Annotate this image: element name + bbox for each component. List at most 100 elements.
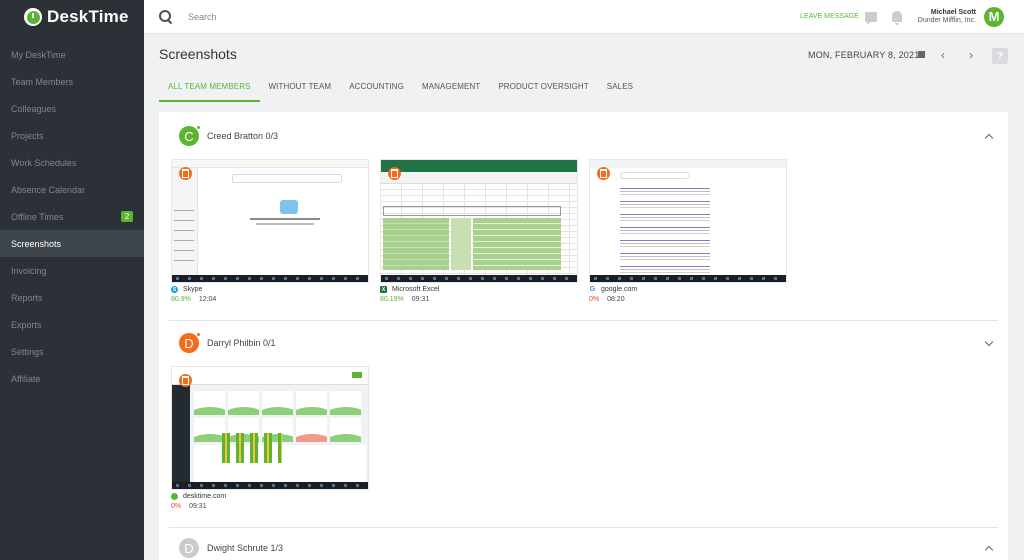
sidebar-item-screenshots[interactable]: Screenshots (0, 230, 144, 257)
sidebar: DeskTime My DeskTime Team Members Collea… (0, 0, 144, 560)
sidebar-item-label: Screenshots (11, 238, 62, 249)
member-count: 0/1 (263, 338, 276, 348)
member-header[interactable]: D Dwight Schrute 1/3 (169, 538, 998, 558)
sidebar-item-colleagues[interactable]: Colleagues (0, 95, 144, 122)
delete-screenshot-icon[interactable] (388, 167, 401, 180)
sidebar-item-projects[interactable]: Projects (0, 122, 144, 149)
desktime-logo[interactable]: DeskTime (0, 0, 144, 34)
user-avatar[interactable]: M (984, 6, 1004, 27)
previous-day-button[interactable]: ‹ (941, 48, 945, 62)
member-name: Darryl Philbin 0/1 (207, 338, 276, 348)
search-input[interactable] (188, 11, 588, 22)
tab-accounting[interactable]: ACCOUNTING (340, 82, 413, 102)
delete-screenshot-icon[interactable] (179, 167, 192, 180)
productivity-percent: 80.19% (380, 296, 404, 303)
member-section-dwight-schrute: D Dwight Schrute 1/3 (169, 538, 998, 558)
screenshots-panel: C Creed Bratton 0/3 S Skype 80.9% 12:04 (159, 112, 1008, 560)
status-dot (196, 125, 201, 130)
sidebar-item-label: Exports (11, 319, 42, 330)
screenshot-app-name: desktime.com (183, 493, 227, 500)
help-button[interactable]: ? (992, 48, 1008, 64)
date-display[interactable]: MON, FEBRUARY 8, 2021 (808, 50, 919, 60)
desktime-logo-icon (24, 8, 42, 26)
sidebar-item-label: Invoicing (11, 265, 47, 276)
screenshot-meta: 0% 08:20 (589, 296, 787, 303)
sidebar-item-label: Settings (11, 346, 44, 357)
member-section-creed-bratton: C Creed Bratton 0/3 (169, 125, 998, 146)
collapse-chevron-icon[interactable] (984, 133, 994, 142)
sidebar-item-affiliate[interactable]: Affiliate (0, 365, 144, 392)
productivity-percent: 80.9% (171, 296, 191, 303)
notification-bell-icon[interactable] (891, 11, 902, 25)
user-name: Michael Scott (930, 9, 976, 16)
screenshot-app-name: Microsoft Excel (392, 286, 440, 293)
member-name-text: Darryl Philbin (207, 338, 261, 348)
tab-sales[interactable]: SALES (598, 82, 642, 102)
screenshot-app-name: google.com (601, 286, 638, 293)
sidebar-item-label: Team Members (11, 76, 74, 87)
section-divider (169, 527, 998, 528)
search-icon[interactable] (159, 9, 173, 24)
topbar: LEAVE MESSAGE Michael Scott Dunder Miffl… (144, 0, 1024, 34)
member-name-text: Dwight Schrute (207, 543, 269, 553)
collapse-chevron-icon[interactable] (984, 545, 994, 554)
member-count: 0/3 (265, 131, 279, 141)
team-tabs: ALL TEAM MEMBERS WITHOUT TEAM ACCOUNTING… (159, 82, 642, 102)
user-info[interactable]: Michael Scott Dunder Mifflin, Inc. (918, 9, 976, 24)
productivity-percent: 0% (589, 296, 600, 303)
message-icon[interactable] (864, 11, 877, 25)
sidebar-item-absence-calendar[interactable]: Absence Calendar (0, 176, 144, 203)
sidebar-item-reports[interactable]: Reports (0, 284, 144, 311)
screenshot-meta: 80.9% 12:04 (171, 296, 369, 303)
tab-management[interactable]: MANAGEMENT (413, 82, 489, 102)
member-section-darryl-philbin: D Darryl Philbin 0/1 (169, 332, 998, 353)
calendar-icon[interactable] (918, 51, 925, 58)
sidebar-nav: My DeskTime Team Members Colleagues Proj… (0, 41, 144, 392)
delete-screenshot-icon[interactable] (179, 374, 192, 387)
user-company: Dunder Mifflin, Inc. (917, 17, 976, 24)
section-divider (169, 320, 998, 321)
screenshot-image[interactable] (171, 159, 369, 283)
tab-all-team-members[interactable]: ALL TEAM MEMBERS (159, 82, 260, 102)
sidebar-item-offline-times[interactable]: Offline Times 2 (0, 203, 144, 230)
screenshot-app: S Skype (171, 286, 369, 293)
tab-without-team[interactable]: WITHOUT TEAM (260, 82, 341, 102)
sidebar-item-label: Offline Times (11, 211, 64, 222)
member-initial: C (184, 128, 194, 144)
sidebar-item-team-members[interactable]: Team Members (0, 68, 144, 95)
screenshot-meta: 80.19% 09:31 (380, 296, 578, 303)
screenshot-image[interactable] (171, 366, 369, 490)
screenshot-card: X Microsoft Excel 80.19% 09:31 (380, 159, 578, 303)
sidebar-item-settings[interactable]: Settings (0, 338, 144, 365)
screenshot-card: G google.com 0% 08:20 (589, 159, 787, 303)
delete-screenshot-icon[interactable] (597, 167, 610, 180)
excel-icon: X (380, 286, 387, 293)
offline-times-badge: 2 (121, 211, 133, 222)
screenshot-meta: 0% 09:31 (171, 503, 369, 510)
screenshot-time: 12:04 (198, 296, 217, 303)
next-day-button[interactable]: › (969, 48, 973, 62)
status-dot (196, 332, 201, 337)
member-name: Creed Bratton 0/3 (207, 131, 278, 141)
screenshot-image[interactable] (380, 159, 578, 283)
screenshot-app: G google.com (589, 286, 787, 293)
screenshot-card: desktime.com 0% 09:31 (171, 366, 369, 510)
member-header[interactable]: C Creed Bratton 0/3 (169, 125, 998, 146)
screenshot-app: desktime.com (171, 493, 369, 500)
leave-message-link[interactable]: LEAVE MESSAGE (800, 13, 859, 20)
sidebar-item-my-desktime[interactable]: My DeskTime (0, 41, 144, 68)
sidebar-item-invoicing[interactable]: Invoicing (0, 257, 144, 284)
sidebar-item-label: Colleagues (11, 103, 57, 114)
member-name-text: Creed Bratton (207, 131, 264, 141)
expand-chevron-icon[interactable] (984, 337, 994, 346)
topbar-actions: LEAVE MESSAGE Michael Scott Dunder Miffl… (800, 0, 1024, 33)
screenshot-app-name: Skype (183, 286, 203, 293)
app-name: DeskTime (47, 7, 129, 26)
member-header[interactable]: D Darryl Philbin 0/1 (169, 332, 998, 353)
screenshot-image[interactable] (589, 159, 787, 283)
sidebar-item-work-schedules[interactable]: Work Schedules (0, 149, 144, 176)
member-avatar: D (179, 332, 201, 353)
sidebar-item-label: My DeskTime (11, 49, 66, 60)
tab-product-oversight[interactable]: PRODUCT OVERSIGHT (489, 82, 597, 102)
sidebar-item-exports[interactable]: Exports (0, 311, 144, 338)
